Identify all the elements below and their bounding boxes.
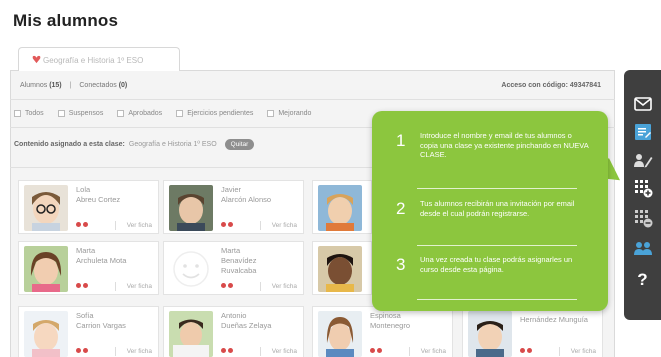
- checkbox[interactable]: [117, 110, 125, 117]
- heart-icon: [32, 55, 41, 64]
- divider: [417, 188, 577, 189]
- student-card[interactable]: Javier Alarcón Alonso Ver ficha: [163, 180, 304, 234]
- student-photo: [318, 311, 362, 357]
- status-dots: [76, 222, 88, 227]
- stats-separator: |: [69, 82, 72, 89]
- tab-class[interactable]: Geografía e Historia 1º ESO: [18, 47, 180, 71]
- filter-label: Aprobados: [128, 110, 163, 117]
- student-card[interactable]: [312, 180, 372, 234]
- student-name: Lola Abreu Cortez: [76, 185, 121, 204]
- filter-all[interactable]: Todos: [14, 110, 44, 117]
- students-label: Alumnos: [20, 82, 48, 89]
- step-text: Tus alumnos recibirán una invitación por…: [420, 199, 575, 218]
- student-card[interactable]: Lola Abreu Cortez Ver ficha: [18, 180, 159, 234]
- student-card[interactable]: Marta Archuleta Mota Ver ficha: [18, 241, 159, 295]
- divider: [417, 299, 577, 300]
- student-photo-placeholder: [169, 246, 213, 292]
- students-count: (15): [49, 82, 62, 89]
- filter-failed[interactable]: Suspensos: [57, 110, 104, 117]
- student-photo: [318, 246, 362, 292]
- status-dots: [76, 348, 88, 353]
- view-file-link[interactable]: Ver ficha: [571, 348, 596, 355]
- student-photo: [468, 311, 512, 357]
- student-stats: Alumnos (15) | Conectados (0): [20, 82, 127, 89]
- divider: [10, 99, 615, 100]
- connected-count: (0): [118, 82, 128, 89]
- edit-class-icon[interactable]: [629, 120, 656, 144]
- status-dots: [76, 283, 88, 288]
- step-number: 3: [396, 255, 406, 274]
- access-code: Acceso con código: 49347841: [501, 82, 601, 89]
- student-card[interactable]: Hernández Munguía Ver ficha: [462, 306, 603, 357]
- tab-label: Geografía e Historia 1º ESO: [43, 56, 144, 65]
- view-file-link[interactable]: Ver ficha: [127, 222, 152, 229]
- assigned-content-label: Contenido asignado a esta clase:: [14, 141, 125, 148]
- view-file-link[interactable]: Ver ficha: [272, 348, 297, 355]
- student-card[interactable]: [312, 241, 372, 295]
- student-card[interactable]: Marta Benavídez Ruvalcaba Ver ficha: [163, 241, 304, 295]
- filter-pending[interactable]: Ejercicios pendientes: [176, 110, 253, 117]
- filter-passed[interactable]: Aprobados: [117, 110, 162, 117]
- view-file-link[interactable]: Ver ficha: [127, 283, 152, 290]
- student-photo: [169, 311, 213, 357]
- page-title: Mis alumnos: [13, 11, 119, 30]
- step-text: Una vez creada tu clase podrás asignarle…: [420, 255, 573, 274]
- student-name: Sofía Carrion Vargas: [76, 311, 126, 330]
- student-photo: [24, 246, 68, 292]
- filter-label: Suspensos: [68, 110, 104, 117]
- student-photo: [24, 185, 68, 231]
- status-dots: [221, 222, 233, 227]
- filter-bar: Todos Suspensos Aprobados Ejercicios pen…: [14, 110, 311, 117]
- filter-label: Todos: [25, 110, 44, 117]
- view-file-link[interactable]: Ver ficha: [272, 222, 297, 229]
- add-students-icon[interactable]: [629, 176, 656, 200]
- side-toolbar: ?: [624, 70, 661, 320]
- filter-improving[interactable]: Mejorando: [267, 110, 311, 117]
- status-dots: [221, 283, 233, 288]
- edit-users-icon[interactable]: [629, 148, 656, 172]
- checkbox[interactable]: [267, 110, 275, 117]
- student-photo: [318, 185, 362, 231]
- student-card[interactable]: Antonio Dueñas Zelaya Ver ficha: [163, 306, 304, 357]
- assigned-class-name: Geografía e Historia 1º ESO: [128, 141, 217, 148]
- help-popup: 1 Introduce el nombre y email de tus alu…: [372, 111, 608, 311]
- assigned-content: Contenido asignado a esta clase: Geograf…: [14, 139, 255, 150]
- student-name: Hernández Munguía: [520, 315, 588, 324]
- status-dots: [520, 348, 532, 353]
- checkbox[interactable]: [176, 110, 184, 117]
- view-file-link[interactable]: Ver ficha: [421, 348, 446, 355]
- student-name: Antonio Dueñas Zelaya: [221, 311, 272, 330]
- student-card[interactable]: Espinosa Montenegro Ver ficha: [312, 306, 453, 357]
- remove-button[interactable]: Quitar: [224, 139, 255, 150]
- checkbox[interactable]: [57, 110, 65, 117]
- student-name: Marta Benavídez Ruvalcaba: [221, 246, 257, 275]
- step-text: Introduce el nombre y email de tus alumn…: [420, 131, 589, 159]
- connected-label: Conectados: [79, 82, 117, 89]
- student-photo: [169, 185, 213, 231]
- view-file-link[interactable]: Ver ficha: [127, 348, 152, 355]
- users-group-icon[interactable]: [629, 236, 656, 260]
- divider: [417, 245, 577, 246]
- mail-icon[interactable]: [629, 92, 656, 116]
- student-name: Javier Alarcón Alonso: [221, 185, 272, 204]
- student-name: Marta Archuleta Mota: [76, 246, 127, 265]
- step-number: 2: [396, 199, 406, 218]
- step-number: 1: [396, 131, 406, 150]
- filter-label: Mejorando: [278, 110, 312, 117]
- student-card[interactable]: Sofía Carrion Vargas Ver ficha: [18, 306, 159, 357]
- student-name: Espinosa Montenegro: [370, 311, 411, 330]
- view-file-link[interactable]: Ver ficha: [272, 283, 297, 290]
- help-icon[interactable]: ?: [629, 268, 656, 292]
- student-photo: [24, 311, 68, 357]
- filter-label: Ejercicios pendientes: [187, 110, 254, 117]
- remove-students-icon[interactable]: [629, 206, 656, 230]
- status-dots: [221, 348, 233, 353]
- status-dots: [370, 348, 382, 353]
- checkbox[interactable]: [14, 110, 21, 117]
